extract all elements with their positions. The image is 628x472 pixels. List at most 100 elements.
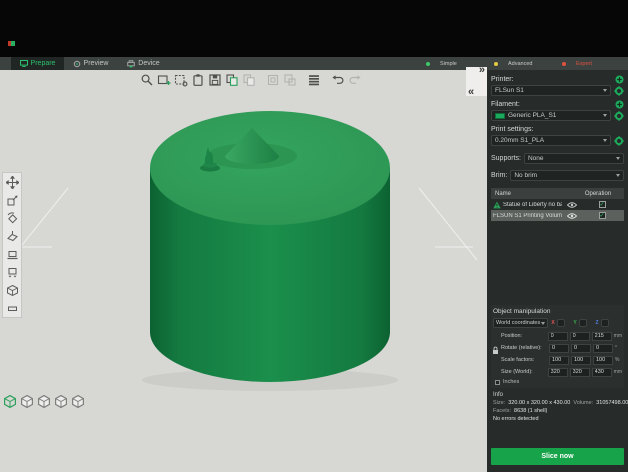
scene-3d (0, 70, 487, 472)
printer-label: Printer: (491, 76, 514, 83)
position-z-input[interactable] (592, 332, 612, 341)
place-on-face-tool-icon[interactable] (3, 227, 21, 245)
view-front-icon[interactable] (19, 392, 35, 410)
axis-y-label: Y (573, 320, 576, 326)
group-icon[interactable] (265, 73, 280, 88)
rotate-z-input[interactable] (593, 344, 613, 353)
position-x-input[interactable] (548, 332, 568, 341)
errors-status: No errors detected (493, 416, 539, 422)
size-x-input[interactable] (548, 368, 568, 377)
move-tool-icon[interactable] (3, 173, 21, 191)
printer-value: FLSun S1 (495, 87, 524, 94)
rotate-x-input[interactable] (549, 344, 569, 353)
mirror-tool-icon[interactable] (3, 263, 21, 281)
warning-icon (493, 201, 501, 209)
volume-info-value: 31057498.00 (596, 400, 628, 406)
axis-z[interactable]: Z (592, 319, 612, 327)
visibility-eye-icon[interactable] (564, 202, 580, 208)
chevron-down-icon (603, 139, 607, 142)
coordinate-system-value: World coordinates (496, 320, 540, 326)
panel-spacer (491, 221, 624, 305)
object-settings-tool-icon[interactable] (3, 281, 21, 299)
undo-icon[interactable] (330, 73, 345, 88)
scale-z-input[interactable] (593, 356, 613, 365)
seam-tool-icon[interactable] (3, 299, 21, 317)
printer-select[interactable]: FLSun S1 (491, 85, 611, 96)
object-manipulation: Object manipulation World coordinates X … (491, 305, 624, 388)
tab-device[interactable]: Device (117, 57, 170, 70)
filament-settings-gear-icon[interactable] (614, 111, 624, 121)
duplicate-icon[interactable] (241, 73, 256, 88)
scale-label: Scale factors: (493, 357, 549, 363)
scale-y-input[interactable] (571, 356, 591, 365)
position-y-input[interactable] (570, 332, 590, 341)
print-enable-checkbox[interactable]: ✓ (599, 201, 606, 208)
size-info-value: 320.00 x 320.00 x 430.00 (508, 400, 570, 406)
facets-info-value: 8638 (1 shell) (514, 408, 547, 414)
scale-row: Scale factors: % (493, 355, 622, 365)
object-list-header: Name Operation (491, 188, 624, 199)
uniform-scale-lock-icon[interactable] (492, 346, 499, 357)
layer-height-icon[interactable] (306, 73, 321, 88)
viewport-3d[interactable]: » « (0, 70, 487, 472)
view-left-icon[interactable] (53, 392, 69, 410)
brim-select[interactable]: No brim (510, 170, 624, 181)
mode-advanced[interactable]: Advanced (494, 61, 556, 67)
simple-dot-icon (426, 62, 430, 66)
inches-checkbox[interactable] (495, 380, 500, 385)
paste-icon[interactable] (190, 73, 205, 88)
print-enable-checkbox[interactable]: ✓ (599, 212, 606, 219)
scale-unit: % (615, 357, 619, 363)
add-filament-icon[interactable] (615, 100, 624, 109)
axis-x-button[interactable] (557, 319, 565, 327)
print-settings-gear-icon[interactable] (614, 136, 624, 146)
axis-x[interactable]: X (548, 319, 568, 327)
delete-all-icon[interactable] (173, 73, 188, 88)
view-top-icon[interactable] (36, 392, 52, 410)
scale-x-input[interactable] (549, 356, 569, 365)
redo-icon[interactable] (347, 73, 362, 88)
rotate-y-input[interactable] (571, 344, 591, 353)
add-object-icon[interactable] (156, 73, 171, 88)
ungroup-icon[interactable] (282, 73, 297, 88)
size-y-input[interactable] (570, 368, 590, 377)
tab-preview[interactable]: Preview (64, 57, 117, 70)
view-iso-icon[interactable] (2, 392, 18, 410)
visibility-eye-icon[interactable] (564, 213, 580, 219)
object-row-statue[interactable]: Statue of Liberty no base.stl ✓ (491, 199, 624, 210)
object-name: Statue of Liberty no base.stl (503, 202, 562, 208)
rotate-label: Rotate (relative): (493, 345, 549, 351)
settings-panel: Printer: FLSun S1 Filament: Generic PLA_… (487, 70, 628, 472)
inches-toggle[interactable]: Inches (493, 379, 622, 385)
mode-expert[interactable]: Expert (562, 61, 624, 67)
tab-device-label: Device (138, 60, 159, 67)
slice-now-button[interactable]: Slice now (491, 448, 624, 465)
size-z-input[interactable] (592, 368, 612, 377)
panel-collapse-toggle[interactable]: » « (466, 67, 487, 96)
copy-icon[interactable] (224, 73, 239, 88)
axis-y[interactable]: Y (570, 319, 590, 327)
filament-color-swatch (495, 113, 505, 119)
tab-preview-label: Preview (84, 60, 109, 67)
tab-prepare[interactable]: Prepare (11, 57, 64, 70)
view-right-icon[interactable] (70, 392, 86, 410)
printer-settings-gear-icon[interactable] (614, 86, 624, 96)
scale-tool-icon[interactable] (3, 191, 21, 209)
add-printer-icon[interactable] (615, 75, 624, 84)
cut-tool-icon[interactable] (3, 245, 21, 263)
model-printing-volume[interactable] (150, 111, 390, 382)
axis-y-button[interactable] (579, 319, 587, 327)
filament-select[interactable]: Generic PLA_S1 (491, 110, 611, 121)
object-list: Name Operation Statue of Liberty no base… (491, 188, 624, 221)
axis-z-button[interactable] (601, 319, 609, 327)
axis-headers: X Y Z (548, 319, 612, 327)
chevron-down-icon (603, 114, 607, 117)
brim-value: No brim (514, 172, 537, 179)
rotate-tool-icon[interactable] (3, 209, 21, 227)
print-settings-select[interactable]: 0.20mm S1_PLA (491, 135, 611, 146)
object-row-printing-volume[interactable]: FLSUN S1 Printing Volume.stl ✓ (491, 210, 624, 221)
save-icon[interactable] (207, 73, 222, 88)
supports-select[interactable]: None (524, 153, 624, 164)
zoom-icon[interactable] (139, 73, 154, 88)
coordinate-system-select[interactable]: World coordinates (493, 318, 548, 328)
